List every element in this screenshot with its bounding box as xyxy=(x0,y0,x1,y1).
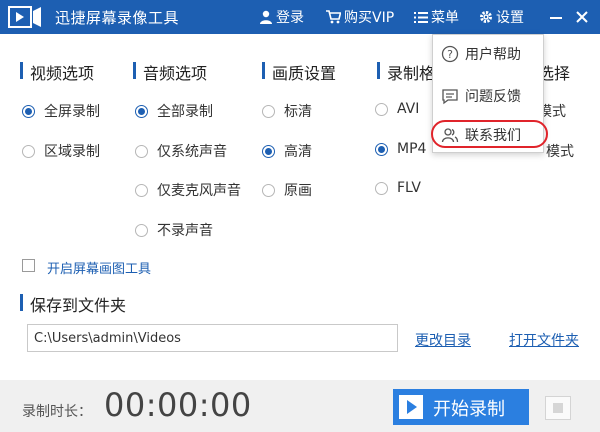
radio-dot xyxy=(262,183,275,197)
radio-dot xyxy=(22,144,35,158)
radio-dot xyxy=(262,144,275,158)
radio-quality-hd[interactable]: 高清 xyxy=(262,141,312,161)
login-button[interactable]: 登录 xyxy=(259,7,304,27)
login-label: 登录 xyxy=(276,10,304,26)
radio-audio-mic[interactable]: 仅麦克风声音 xyxy=(135,180,241,200)
radio-label: 标清 xyxy=(284,104,312,120)
change-directory-link[interactable]: 更改目录 xyxy=(415,330,471,350)
app-title: 迅捷屏幕录像工具 xyxy=(55,9,180,27)
mode-option-2[interactable]: 模式 xyxy=(546,141,574,161)
menu-item-user-help[interactable]: ? 用户帮助 xyxy=(433,40,541,68)
radio-label: 不录声音 xyxy=(157,223,213,239)
menu-label: 菜单 xyxy=(431,10,459,26)
radio-audio-system[interactable]: 仅系统声音 xyxy=(135,141,227,161)
settings-button[interactable]: 设置 xyxy=(479,7,524,27)
radio-dot xyxy=(375,142,388,156)
radio-label: 仅麦克风声音 xyxy=(157,183,241,199)
record-duration-label: 录制时长： xyxy=(22,404,92,420)
section-marker xyxy=(262,62,265,79)
radio-label: 全部录制 xyxy=(157,104,213,120)
save-path-input[interactable] xyxy=(27,324,398,352)
open-folder-link[interactable]: 打开文件夹 xyxy=(509,330,579,350)
section-marker xyxy=(133,62,136,79)
radio-dot xyxy=(135,183,148,197)
radio-format-flv[interactable]: FLV xyxy=(375,180,421,196)
section-marker xyxy=(20,62,23,79)
section-marker xyxy=(377,62,380,79)
menu-button[interactable]: 菜单 xyxy=(414,7,459,27)
section-audio-title: 音频选项 xyxy=(143,64,208,83)
menu-item-feedback[interactable]: 问题反馈 xyxy=(433,82,541,110)
feedback-icon xyxy=(442,89,458,105)
radio-label: 仅系统声音 xyxy=(157,144,227,160)
radio-label: 模式 xyxy=(546,144,574,160)
title-bar: 迅捷屏幕录像工具 登录 购买VIP 菜单 设置 xyxy=(0,0,600,34)
screen-draw-label[interactable]: 开启屏幕画图工具 xyxy=(47,258,151,277)
buy-vip-button[interactable]: 购买VIP xyxy=(326,7,394,27)
svg-text:?: ? xyxy=(447,48,453,61)
radio-fullscreen[interactable]: 全屏录制 xyxy=(22,101,100,121)
user-icon xyxy=(260,10,272,24)
radio-format-mp4[interactable]: MP4 xyxy=(375,141,426,157)
radio-audio-all[interactable]: 全部录制 xyxy=(135,101,213,121)
section-quality-title: 画质设置 xyxy=(272,64,337,83)
gear-icon xyxy=(480,11,492,23)
section-video-title: 视频选项 xyxy=(30,64,95,83)
radio-dot xyxy=(375,102,388,116)
cart-icon xyxy=(326,10,341,24)
radio-label: 全屏录制 xyxy=(44,104,100,120)
radio-audio-none[interactable]: 不录声音 xyxy=(135,220,213,240)
menu-item-label: 用户帮助 xyxy=(465,47,521,63)
radio-label: 高清 xyxy=(284,144,312,160)
highlight-annotation xyxy=(431,120,548,148)
play-icon xyxy=(399,395,423,419)
section-format-title: 录制格 xyxy=(387,64,436,83)
list-menu-icon xyxy=(414,11,428,23)
stop-button[interactable] xyxy=(545,396,571,420)
radio-quality-sd[interactable]: 标清 xyxy=(262,101,312,121)
radio-dot xyxy=(135,223,148,237)
start-record-label: 开始录制 xyxy=(433,399,505,420)
radio-dot xyxy=(22,104,35,118)
menu-item-label: 问题反馈 xyxy=(465,89,521,105)
radio-quality-original[interactable]: 原画 xyxy=(262,180,312,200)
settings-label: 设置 xyxy=(496,10,524,26)
radio-label: AVI xyxy=(397,101,420,117)
app-logo-icon xyxy=(8,6,41,28)
help-circle-icon: ? xyxy=(441,45,459,63)
buy-vip-label: 购买VIP xyxy=(344,10,395,26)
record-timer: 00:00:00 xyxy=(104,386,252,424)
section-save-title: 保存到文件夹 xyxy=(30,296,127,315)
radio-label: 区域录制 xyxy=(44,144,100,160)
start-record-button[interactable]: 开始录制 xyxy=(393,389,529,425)
section-marker xyxy=(20,294,23,311)
radio-label: FLV xyxy=(397,180,421,196)
radio-dot xyxy=(135,104,148,118)
radio-dot xyxy=(375,181,388,195)
radio-region[interactable]: 区域录制 xyxy=(22,141,100,161)
radio-dot xyxy=(262,104,275,118)
minimize-icon[interactable] xyxy=(548,9,564,25)
radio-label: MP4 xyxy=(397,141,427,157)
screen-draw-checkbox[interactable] xyxy=(22,259,35,272)
radio-dot xyxy=(135,144,148,158)
radio-label: 原画 xyxy=(284,183,312,199)
close-icon[interactable] xyxy=(574,9,590,25)
radio-format-avi[interactable]: AVI xyxy=(375,101,419,117)
